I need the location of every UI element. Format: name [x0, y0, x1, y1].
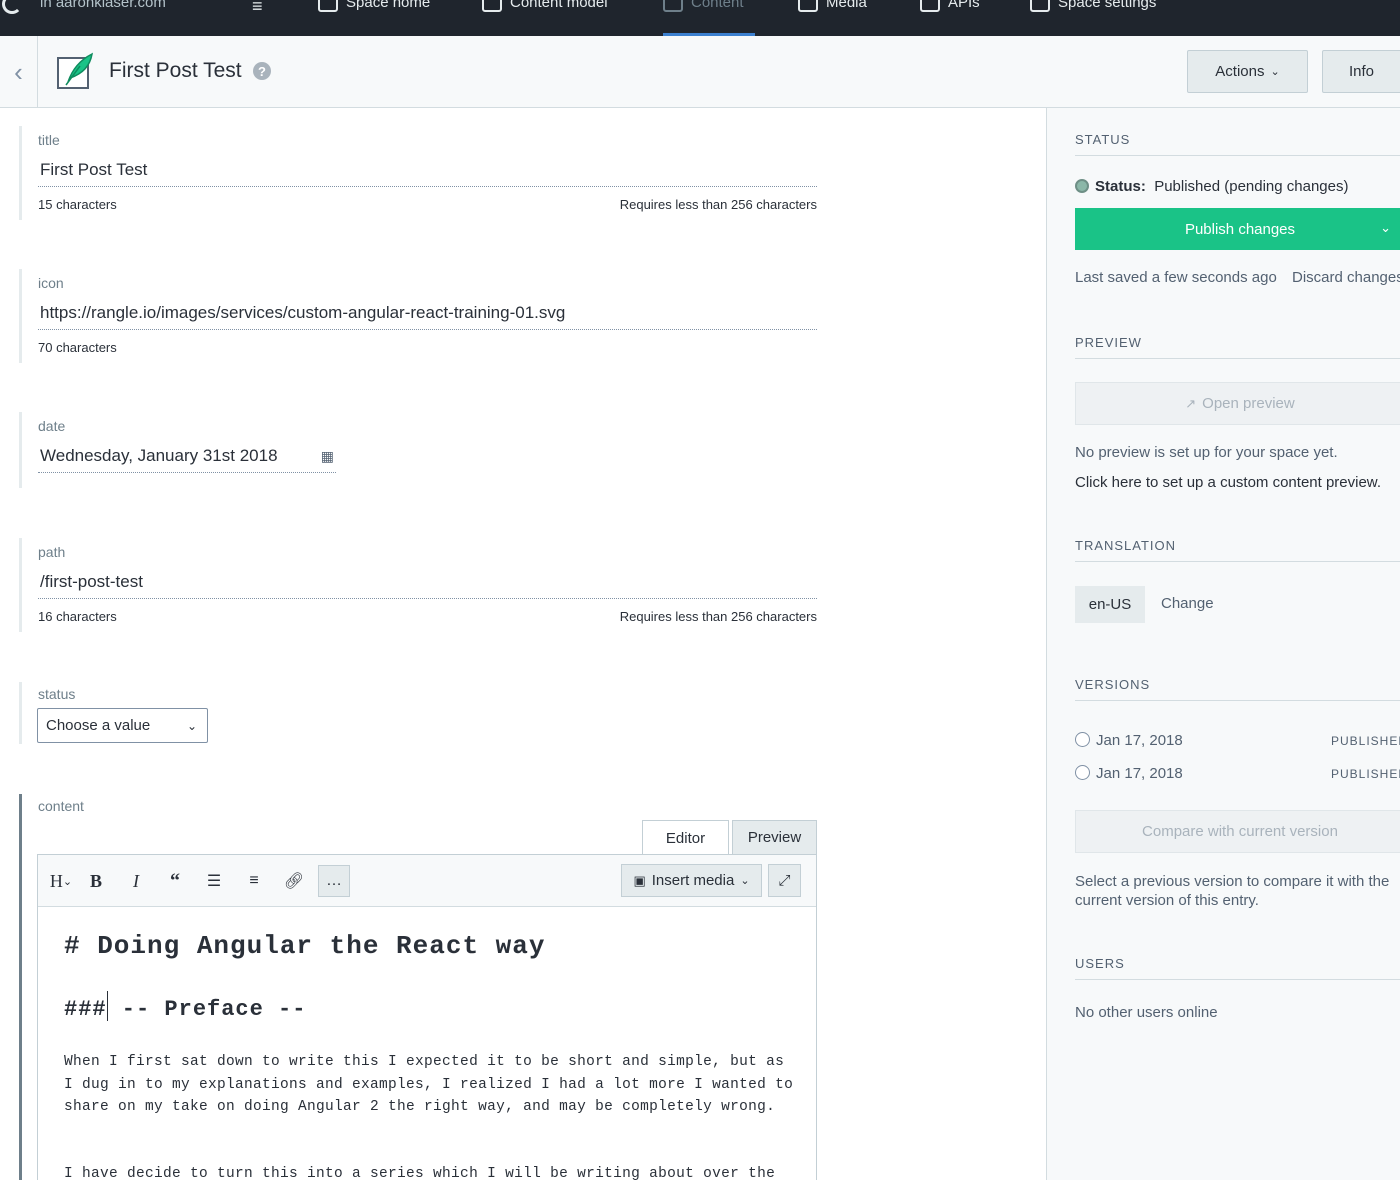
chevron-down-icon[interactable]: ⌄	[1380, 220, 1391, 236]
info-button[interactable]: Info	[1322, 50, 1400, 93]
space-name[interactable]: in aaronklaser.com	[40, 0, 166, 11]
actions-button[interactable]: Actions ⌄	[1187, 50, 1308, 93]
quote-icon[interactable]: “	[159, 865, 191, 897]
status-line: Status: Published (pending changes)	[1075, 178, 1349, 195]
nav-apis[interactable]: APIs	[920, 0, 980, 12]
field-title: title First Post Test 15 characters Requ…	[19, 126, 817, 220]
field-label: content	[38, 798, 84, 814]
external-link-icon: ↗	[1185, 395, 1197, 411]
nav-space-settings[interactable]: Space settings	[1030, 0, 1156, 12]
gear-icon	[1030, 0, 1050, 12]
markdown-paragraph: I have decide to turn this into a series…	[64, 1166, 776, 1180]
more-options-button[interactable]: …	[318, 865, 350, 897]
versions-heading: VERSIONS	[1075, 677, 1400, 701]
field-path: path /first-post-test 16 characters Requ…	[19, 538, 817, 632]
path-input[interactable]: /first-post-test	[38, 572, 817, 599]
version-row[interactable]: Jan 17, 2018 PUBLISHED	[1075, 765, 1400, 782]
entry-sidebar: STATUS Status: Published (pending change…	[1046, 108, 1400, 1180]
version-row[interactable]: Jan 17, 2018 PUBLISHED	[1075, 732, 1400, 749]
compare-versions-button[interactable]: Compare with current version	[1075, 810, 1400, 853]
nav-content[interactable]: Content	[663, 0, 744, 12]
home-icon	[318, 0, 338, 12]
top-navigation: in aaronklaser.com ≡ Space home Content …	[0, 0, 1400, 36]
nav-media[interactable]: Media	[798, 0, 867, 12]
status-dot-icon	[1075, 179, 1089, 193]
italic-button[interactable]: I	[120, 865, 152, 897]
char-limit: Requires less than 256 characters	[619, 197, 817, 212]
tab-editor[interactable]: Editor	[642, 820, 729, 856]
publish-changes-button[interactable]: Publish changes ⌄	[1075, 208, 1400, 250]
entry-header: ‹ First Post Test ? Actions ⌄ Info	[0, 36, 1400, 108]
preview-note: No preview is set up for your space yet.	[1075, 444, 1338, 461]
field-icon: icon https://rangle.io/images/services/c…	[19, 269, 817, 363]
status-select[interactable]: Choose a value ⌄	[37, 708, 208, 743]
contentful-logo-icon[interactable]	[2, 0, 22, 14]
image-icon: ▣	[633, 872, 646, 888]
field-label: status	[38, 686, 76, 702]
chevron-left-icon: ‹	[14, 56, 23, 87]
editor-toolbar: H ⌄ B I “ ☰ ≡ 🔗︎ … ▣ Insert media ⌄ ⤢	[38, 855, 816, 907]
ordered-list-icon[interactable]: ≡	[238, 865, 270, 897]
translation-heading: TRANSLATION	[1075, 538, 1400, 562]
date-input[interactable]: Wednesday, January 31st 2018 ▦	[38, 446, 336, 473]
tab-preview[interactable]: Preview	[732, 820, 817, 855]
users-note: No other users online	[1075, 1004, 1218, 1021]
chevron-down-icon: ⌄	[740, 875, 750, 887]
last-saved-text: Last saved a few seconds ago	[1075, 269, 1277, 286]
unordered-list-icon[interactable]: ☰	[198, 865, 230, 897]
char-count: 70 characters	[38, 340, 117, 355]
nav-space-home[interactable]: Space home	[318, 0, 430, 12]
version-radio[interactable]	[1075, 732, 1090, 747]
chevron-down-icon: ⌄	[186, 718, 197, 733]
entry-quill-icon	[57, 52, 93, 89]
markdown-heading-3: ### -- Preface --	[64, 991, 306, 1022]
markdown-heading-1: # Doing Angular the React way	[64, 931, 546, 961]
compare-note: Select a previous version to compare it …	[1075, 873, 1390, 909]
preview-heading: PREVIEW	[1075, 335, 1400, 359]
icon-url-input[interactable]: https://rangle.io/images/services/custom…	[38, 303, 817, 330]
users-heading: USERS	[1075, 956, 1400, 980]
plug-icon	[920, 0, 940, 12]
pencil-icon	[663, 0, 683, 12]
heading-button[interactable]: H ⌄	[44, 865, 78, 897]
markdown-editor[interactable]: H ⌄ B I “ ☰ ≡ 🔗︎ … ▣ Insert media ⌄ ⤢ # D…	[37, 854, 817, 1180]
field-label: date	[38, 418, 66, 434]
published-badge: PUBLISHED	[1331, 767, 1400, 781]
fullscreen-icon[interactable]: ⤢	[768, 864, 801, 897]
back-button[interactable]: ‹	[0, 36, 38, 108]
setup-preview-link[interactable]: Click here to set up a custom content pr…	[1075, 474, 1381, 491]
image-icon	[798, 0, 818, 12]
help-icon[interactable]: ?	[253, 62, 271, 80]
title-input[interactable]: First Post Test	[38, 160, 817, 187]
insert-media-button[interactable]: ▣ Insert media ⌄	[621, 864, 762, 897]
calendar-icon[interactable]: ▦	[321, 448, 334, 465]
change-locale-link[interactable]: Change	[1161, 595, 1214, 612]
locale-tag: en-US	[1075, 586, 1145, 623]
menu-icon[interactable]: ≡	[252, 0, 263, 17]
open-preview-button[interactable]: ↗ Open preview	[1075, 382, 1400, 425]
field-label: icon	[38, 275, 64, 291]
nav-content-model[interactable]: Content model	[482, 0, 608, 12]
field-label: path	[38, 544, 66, 560]
char-count: 15 characters	[38, 197, 117, 212]
entry-editor: title First Post Test 15 characters Requ…	[0, 108, 1046, 1180]
status-heading: STATUS	[1075, 132, 1400, 156]
char-limit: Requires less than 256 characters	[619, 609, 817, 624]
cube-icon	[482, 0, 502, 12]
bold-button[interactable]: B	[80, 865, 112, 897]
char-count: 16 characters	[38, 609, 117, 624]
version-radio[interactable]	[1075, 765, 1090, 780]
field-date: date Wednesday, January 31st 2018 ▦	[19, 412, 817, 488]
discard-changes-link[interactable]: Discard changes	[1292, 269, 1400, 286]
page-title: First Post Test	[109, 59, 242, 82]
field-label: title	[38, 132, 60, 148]
published-badge: PUBLISHED	[1331, 734, 1400, 748]
link-icon[interactable]: 🔗︎	[278, 865, 310, 897]
markdown-paragraph: When I first sat down to write this I ex…	[64, 1054, 794, 1115]
chevron-down-icon: ⌄	[1270, 66, 1280, 78]
